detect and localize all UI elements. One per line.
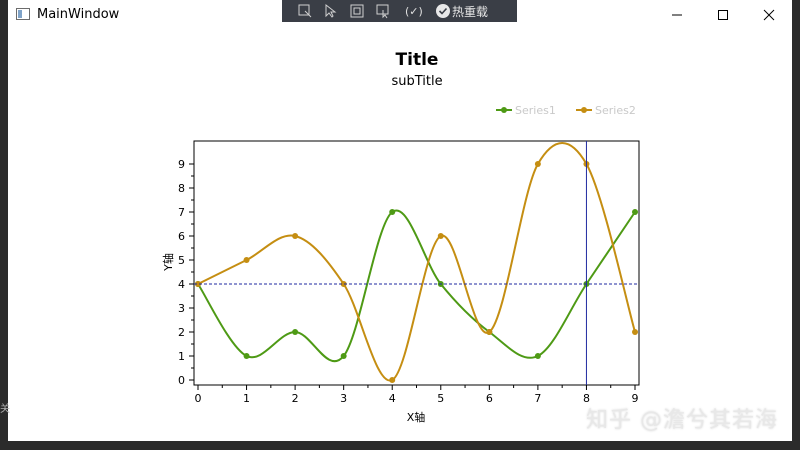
chart-title: Title	[396, 50, 439, 70]
y-tick-label: 1	[178, 350, 185, 363]
data-point	[389, 377, 396, 383]
x-tick-label: 3	[340, 392, 347, 405]
data-point	[632, 209, 638, 215]
x-tick-label: 5	[437, 392, 444, 405]
x-axis-label: X轴	[407, 410, 426, 424]
data-point	[389, 209, 396, 215]
data-point	[486, 329, 493, 335]
data-point	[534, 353, 541, 359]
y-tick-label: 8	[178, 182, 185, 195]
legend-label: Series2	[595, 104, 636, 117]
chart: Title subTitle X轴 Y轴 0 1 2 3 4 5 6 7 8 9012345678…	[161, 50, 640, 424]
data-point	[632, 329, 638, 335]
series-line-series1	[197, 209, 636, 363]
y-tick-label: 7	[178, 206, 185, 219]
data-point	[534, 161, 541, 167]
x-tick-label: 1	[243, 392, 250, 405]
y-tick-label: 5	[178, 254, 185, 267]
y-tick-label: 4	[178, 278, 185, 291]
x-tick-label: 6	[486, 392, 493, 405]
y-axis-label: Y轴	[161, 253, 175, 272]
watermark: 知乎 @澹兮其若海	[586, 408, 778, 433]
y-tick-label: 3	[178, 302, 185, 315]
data-point	[243, 353, 250, 359]
data-point	[437, 233, 444, 239]
y-tick-label: 6	[178, 230, 185, 243]
legend-label: Series1	[515, 104, 556, 117]
series-line-series2	[197, 142, 636, 382]
x-tick-label: 0	[195, 392, 202, 405]
x-tick-label: 7	[534, 392, 541, 405]
data-point	[292, 233, 299, 239]
legend-marker	[501, 107, 507, 113]
y-tick-label: 2	[178, 326, 185, 339]
data-point	[292, 329, 299, 335]
chart-subtitle: subTitle	[391, 74, 442, 89]
x-tick-label: 2	[292, 392, 299, 405]
x-tick-label: 4	[389, 392, 396, 405]
legend-marker	[581, 107, 587, 113]
plot-frame	[193, 140, 640, 386]
data-point	[243, 257, 250, 263]
y-tick-label: 0	[178, 374, 185, 387]
data-point	[340, 353, 347, 359]
y-tick-label: 9	[178, 158, 185, 171]
